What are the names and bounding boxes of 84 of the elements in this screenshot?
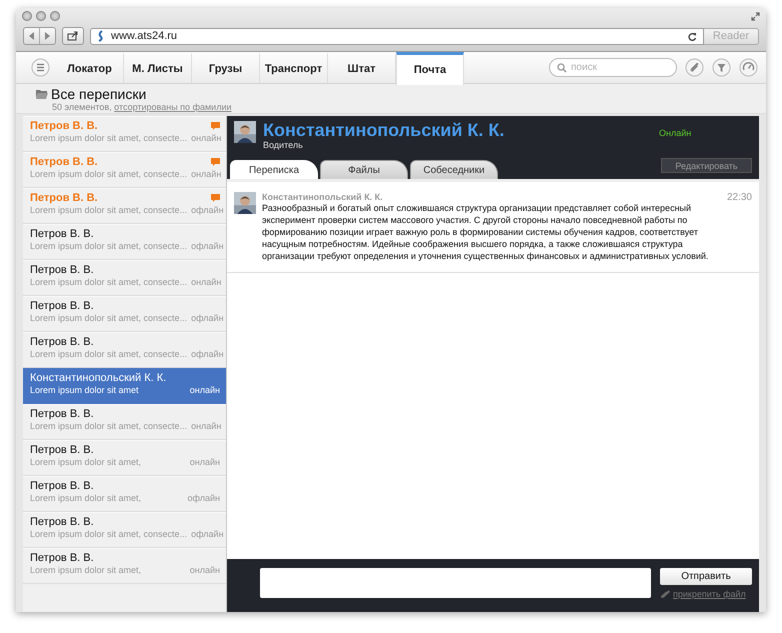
message-preview: Lorem ipsum dolor sit amet, [30, 457, 142, 467]
share-button[interactable] [62, 27, 84, 45]
message-preview: Lorem ipsum dolor sit amet, consecte... [30, 313, 188, 323]
contact-item[interactable]: Петров В. В. Lorem ipsum dolor sit amet, онлайн [23, 440, 226, 476]
folder-title: Все переписки [51, 86, 146, 102]
contact-status: офлайн [191, 205, 224, 215]
message-preview: Lorem ipsum dolor sit amet, consecte... [30, 169, 188, 179]
contact-item[interactable]: Петров В. В. Lorem ipsum dolor sit amet, consecte... офлайн [23, 296, 226, 332]
chat-bubble-icon [211, 122, 220, 130]
contact-name: Константинопольский К. К. [30, 372, 166, 384]
item-count: 50 элементов, [52, 102, 112, 112]
contact-status: онлайн [191, 421, 222, 431]
message-preview: Lorem ipsum dolor sit amet, consecte... [30, 529, 188, 539]
nav-tab[interactable]: Почта [396, 52, 464, 85]
search-field[interactable]: поиск [549, 58, 677, 77]
message-preview: Lorem ipsum dolor sit amet, [30, 565, 142, 575]
chat-bubble-icon [211, 194, 220, 202]
edit-button[interactable]: Редактировать [661, 158, 752, 173]
contact-name: Петров В. В. [30, 300, 94, 312]
message-preview: Lorem ipsum dolor sit amet, consecte... [30, 277, 188, 287]
contact-item[interactable]: Петров В. В. Lorem ipsum dolor sit amet, consecte... офлайн [23, 512, 226, 548]
message-preview: Lorem ipsum dolor sit amet, consecte... [30, 133, 188, 143]
gauge-icon[interactable] [739, 58, 758, 77]
contact-name: Петров В. В. [30, 408, 94, 420]
chat-bubble-icon [211, 158, 220, 166]
contact-status: онлайн [191, 277, 222, 287]
online-status: Онлайн [659, 128, 692, 138]
folder-icon [36, 89, 48, 99]
chat-tab[interactable]: Собеседники [410, 160, 498, 179]
close-icon[interactable] [22, 11, 32, 21]
contact-item[interactable]: Петров В. В. Lorem ipsum dolor sit amet, офлайн [23, 476, 226, 512]
nav-tab[interactable]: Транспорт [260, 52, 328, 83]
contact-name: Петров В. В. [30, 480, 94, 492]
minimize-icon[interactable] [36, 11, 46, 21]
reload-icon[interactable] [688, 32, 697, 40]
contact-item[interactable]: Петров В. В. Lorem ipsum dolor sit amet, consecte... офлайн [23, 224, 226, 260]
contact-item[interactable]: Петров В. В. Lorem ipsum dolor sit amet, онлайн [23, 548, 226, 584]
contact-status: онлайн [191, 169, 222, 179]
contact-name: Петров В. В. [30, 516, 94, 528]
contact-status: онлайн [190, 565, 220, 575]
contact-status: офлайн [191, 313, 224, 323]
chat-tab[interactable]: Файлы [320, 160, 408, 179]
contact-name: Петров В. В. [30, 228, 94, 240]
contact-name: Петров В. В. [30, 552, 94, 564]
contact-status: офлайн [191, 349, 224, 359]
message-preview: Lorem ipsum dolor sit amet, [30, 493, 142, 503]
message-preview: Lorem ipsum dolor sit amet, consecte... [30, 421, 188, 431]
contact-name: Петров В. В. [30, 444, 94, 456]
message-text: Разнообразный и богатый опыт сложившаяся структура организации представляет собой интересный эксперимент проверки систем массового участия. С другой стороны начало повседневной работы по формированию позиции играет важную роль в формировании системы обучения кадров, соответствует насущным потребностям. Идейные соображения высшего порядка, а также сложившаяся структура организации требуют определения и уточнения существенных финансовых и административных условий. [262, 202, 710, 262]
contact-status: офлайн [191, 529, 224, 539]
contact-status: онлайн [190, 385, 220, 395]
contact-status: онлайн [191, 133, 222, 143]
contact-item[interactable]: Петров В. В. Lorem ipsum dolor sit amet, consecte... онлайн [23, 404, 226, 440]
contact-name: Петров В. В. [30, 156, 98, 168]
filter-icon[interactable] [712, 58, 731, 77]
contact-name: Петров В. В. [30, 120, 98, 132]
address-field[interactable]: www.ats24.ru [90, 28, 704, 44]
message-preview: Lorem ipsum dolor sit amet [30, 385, 139, 395]
contact-status: офлайн [188, 493, 220, 503]
message-preview: Lorem ipsum dolor sit amet, consecte... [30, 205, 188, 215]
fullscreen-icon[interactable] [751, 12, 760, 20]
message-preview: Lorem ipsum dolor sit amet, consecte... [30, 349, 188, 359]
contact-role: Водитель [263, 140, 304, 150]
contact-name: Петров В. В. [30, 192, 98, 204]
contact-status: онлайн [190, 457, 220, 467]
menu-icon[interactable] [31, 58, 50, 77]
message-author: Константинопольский К. К. [262, 192, 384, 202]
site-icon [97, 30, 105, 42]
share-icon [67, 31, 79, 41]
contact-name: Петров В. В. [30, 336, 94, 348]
message-input[interactable] [260, 568, 651, 598]
nav-tab[interactable]: Локатор [56, 52, 124, 83]
contact-status: офлайн [191, 241, 224, 251]
chat-tab[interactable]: Переписка [230, 160, 318, 179]
contact-name: Петров В. В. [30, 264, 94, 276]
contact-item[interactable]: Константинопольский К. К. Lorem ipsum dolor sit amet онлайн [23, 368, 226, 404]
contact-name: Константинопольский К. К. [263, 121, 504, 140]
nav-tab[interactable]: М. Листы [124, 52, 192, 83]
send-button[interactable]: Отправить [660, 568, 752, 585]
zoom-icon[interactable] [50, 11, 60, 21]
message-preview: Lorem ipsum dolor sit amet, consecte... [30, 241, 188, 251]
contact-item[interactable]: Петров В. В. Lorem ipsum dolor sit amet, consecte... онлайн [23, 260, 226, 296]
message-time: 22:30 [726, 192, 752, 203]
nav-tab[interactable]: Грузы [192, 52, 260, 83]
